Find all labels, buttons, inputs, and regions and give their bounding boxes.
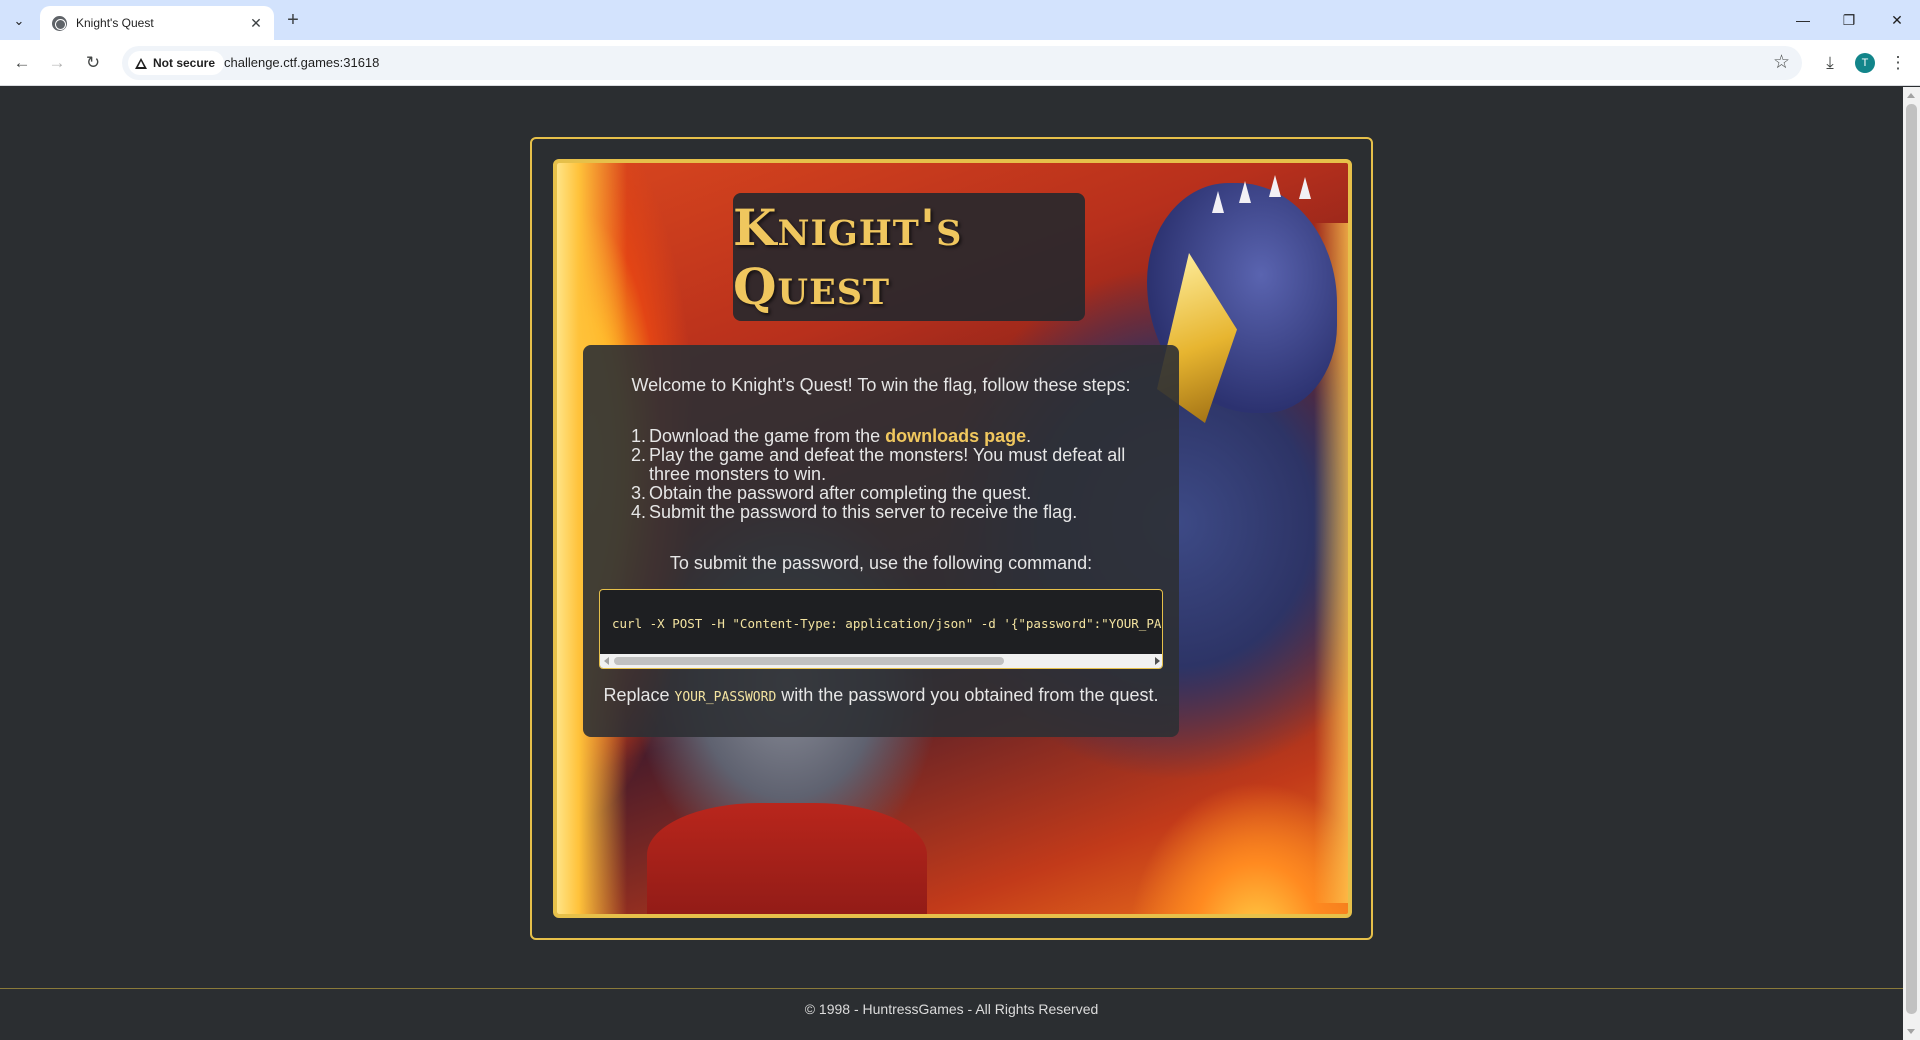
step-number: 2. [631, 445, 647, 465]
step-text: Obtain the password after completing the… [649, 483, 1032, 503]
scroll-right-icon[interactable] [1155, 657, 1160, 665]
main-frame: Knight's Quest Welcome to Knight's Quest… [530, 137, 1373, 940]
page-title: Knight's Quest [733, 198, 963, 316]
globe-icon [52, 15, 67, 31]
knight-cape [647, 803, 927, 914]
step-number: 1. [631, 426, 647, 446]
kebab-menu-icon[interactable]: ⋮ [1884, 49, 1912, 77]
step-text-prefix: Download the game from the [649, 426, 886, 446]
scroll-thumb[interactable] [614, 657, 1004, 665]
title-panel: Knight's Quest [733, 193, 1085, 321]
dragon-horn [1212, 191, 1224, 213]
step-text-suffix: . [1026, 426, 1032, 446]
step-number: 3. [631, 483, 647, 503]
security-label: Not secure [153, 56, 216, 70]
avatar[interactable]: T [1855, 53, 1875, 73]
list-item: 4. Submit the password to this server to… [631, 503, 1161, 522]
reload-icon[interactable]: ↻ [79, 49, 107, 77]
hero-artwork: Knight's Quest Welcome to Knight's Quest… [553, 159, 1352, 918]
warning-icon [135, 57, 147, 69]
close-window-icon[interactable]: ✕ [1874, 0, 1920, 40]
scroll-down-icon[interactable] [1907, 1029, 1915, 1034]
tab-title: Knight's Quest [76, 16, 154, 30]
downloads-link[interactable]: downloads page [885, 426, 1026, 446]
instructions-panel: Welcome to Knight's Quest! To win the fl… [583, 345, 1179, 737]
tab-active[interactable]: Knight's Quest ✕ [40, 6, 274, 40]
tab-strip: ⌄ Knight's Quest ✕ + — ❐ ✕ [0, 0, 1920, 40]
step-text: Submit the password to this server to re… [649, 502, 1078, 522]
list-item: 1. Download the game from the downloads … [631, 427, 1161, 446]
password-placeholder: YOUR_PASSWORD [674, 690, 777, 705]
replace-suffix: with the password you obtained from the … [776, 685, 1159, 705]
command-label: To submit the password, use the followin… [669, 553, 1093, 573]
curl-command[interactable]: curl -X POST -H "Content-Type: applicati… [612, 616, 1162, 631]
footer-divider [0, 988, 1903, 989]
star-icon[interactable]: ☆ [1773, 51, 1790, 74]
list-item: 3. Obtain the password after completing … [631, 484, 1161, 503]
close-icon[interactable]: ✕ [246, 13, 266, 33]
back-icon[interactable]: ← [8, 49, 36, 77]
replace-prefix: Replace [603, 685, 675, 705]
scroll-thumb[interactable] [1906, 104, 1917, 1014]
replace-note: Replace YOUR_PASSWORD with the password … [583, 685, 1179, 706]
page-scrollbar[interactable] [1903, 87, 1920, 1040]
code-scrollbar[interactable] [600, 654, 1162, 668]
dragon-horn [1299, 177, 1311, 199]
browser-toolbar: ← → ↻ Not secure challenge.ctf.games:316… [0, 40, 1920, 86]
dragon-horn [1269, 175, 1281, 197]
url-text[interactable]: challenge.ctf.games:31618 [224, 55, 379, 70]
code-block[interactable]: curl -X POST -H "Content-Type: applicati… [599, 589, 1163, 669]
scroll-up-icon[interactable] [1907, 93, 1915, 98]
minimize-icon[interactable]: — [1780, 0, 1826, 40]
intro-text: Welcome to Knight's Quest! To win the fl… [631, 375, 1131, 395]
security-chip[interactable]: Not secure [128, 51, 225, 75]
steps-list: 1. Download the game from the downloads … [631, 427, 1161, 522]
forward-icon[interactable]: → [43, 49, 71, 77]
footer-text: © 1998 - HuntressGames - All Rights Rese… [804, 1001, 1099, 1017]
step-number: 4. [631, 502, 647, 522]
plus-icon[interactable]: + [281, 9, 305, 33]
step-text: Download the game from the downloads pag… [649, 427, 1031, 446]
restore-icon[interactable]: ❐ [1826, 0, 1872, 40]
dragon-horn [1239, 181, 1251, 203]
address-bar[interactable]: Not secure challenge.ctf.games:31618 ☆ [122, 46, 1802, 80]
tab-search-icon[interactable]: ⌄ [6, 8, 32, 34]
page-viewport: Knight's Quest Welcome to Knight's Quest… [0, 87, 1903, 1040]
list-item: 2. Play the game and defeat the monsters… [631, 446, 1161, 484]
step-text: Play the game and defeat the monsters! Y… [649, 445, 1126, 484]
download-icon[interactable]: ⤓ [1816, 49, 1844, 77]
scroll-left-icon[interactable] [604, 657, 609, 665]
